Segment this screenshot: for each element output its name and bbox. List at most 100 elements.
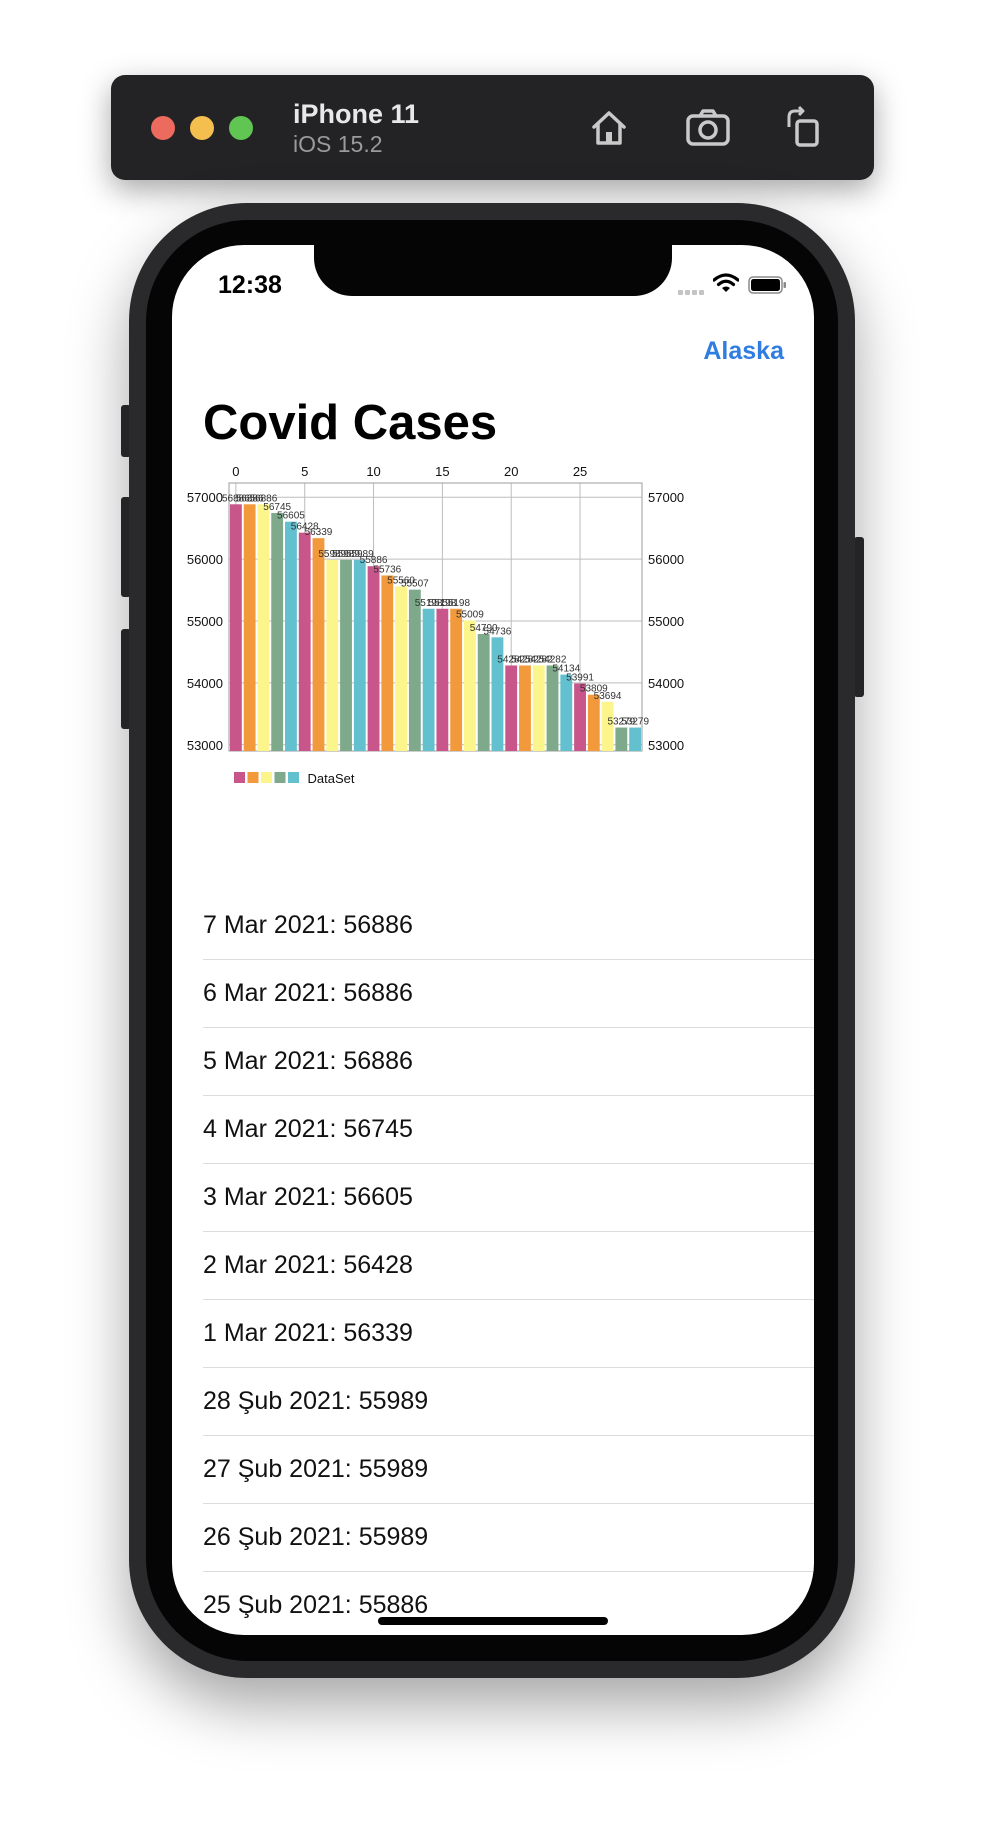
bar [408, 589, 421, 751]
bar [422, 608, 435, 751]
legend-swatch [234, 772, 245, 783]
state-selector-button[interactable]: Alaska [703, 337, 784, 366]
y-tick-label-right: 53000 [648, 738, 684, 753]
x-tick-label: 5 [301, 465, 308, 479]
wifi-icon [713, 273, 739, 292]
data-label: 53694 [594, 691, 622, 702]
list-item[interactable]: 1 Mar 2021: 56339 [203, 1300, 814, 1368]
data-label: 55009 [456, 609, 484, 620]
screenshot-icon[interactable] [683, 103, 733, 153]
legend-swatch [261, 772, 272, 783]
list-item-label: 25 Şub 2021: 55886 [203, 1591, 429, 1619]
bar [629, 727, 642, 751]
page-title: Covid Cases [203, 396, 498, 450]
bar [381, 575, 394, 751]
list-item[interactable]: 26 Şub 2021: 55989 [203, 1504, 814, 1572]
list-item-label: 27 Şub 2021: 55989 [203, 1455, 429, 1483]
bar [532, 665, 545, 751]
home-indicator[interactable] [378, 1617, 608, 1625]
x-tick-label: 25 [573, 465, 587, 479]
list-item[interactable]: 5 Mar 2021: 56886 [203, 1028, 814, 1096]
bar [340, 559, 352, 751]
cases-bar-chart[interactable]: 5688656886568865674556605564285633955989… [172, 465, 814, 895]
y-tick-label-right: 57000 [648, 490, 684, 505]
bar [298, 532, 311, 751]
bar [326, 559, 339, 751]
list-item[interactable]: 4 Mar 2021: 56745 [203, 1096, 814, 1164]
y-tick-label-left: 53000 [187, 738, 223, 753]
bar [395, 586, 408, 751]
x-tick-label: 20 [504, 465, 518, 479]
data-label: 55736 [373, 564, 401, 575]
list-item[interactable]: 7 Mar 2021: 56886 [203, 892, 814, 960]
list-item-label: 3 Mar 2021: 56605 [203, 1183, 413, 1211]
status-time: 12:38 [218, 271, 282, 299]
y-tick-label-right: 54000 [648, 676, 684, 691]
y-tick-label-left: 56000 [187, 552, 223, 567]
bar [587, 694, 600, 751]
home-icon[interactable] [584, 103, 634, 153]
legend-swatch [288, 772, 299, 783]
data-label: 56605 [277, 511, 305, 522]
bar [477, 634, 490, 751]
x-tick-label: 10 [366, 465, 380, 479]
data-label: 53991 [566, 672, 594, 683]
power-button [854, 537, 864, 697]
legend-swatch [247, 772, 259, 783]
list-item[interactable]: 3 Mar 2021: 56605 [203, 1164, 814, 1232]
bar [505, 665, 518, 751]
list-item-label: 26 Şub 2021: 55989 [203, 1523, 429, 1551]
legend-swatch [274, 772, 286, 783]
x-tick-label: 15 [435, 465, 449, 479]
bar [519, 665, 531, 751]
data-label: 55198 [442, 598, 470, 609]
bar [463, 620, 476, 751]
y-tick-label-right: 55000 [648, 614, 684, 629]
bar [450, 608, 463, 751]
y-tick-label-left: 57000 [187, 490, 223, 505]
notch [314, 245, 672, 296]
bar [546, 665, 559, 751]
list-item-label: 5 Mar 2021: 56886 [203, 1047, 413, 1075]
legend-label: DataSet [308, 771, 355, 786]
zoom-window-button[interactable] [229, 116, 253, 140]
data-label: 54736 [484, 626, 512, 637]
bar [615, 727, 628, 751]
bar [257, 504, 270, 751]
list-item-label: 28 Şub 2021: 55989 [203, 1387, 429, 1415]
bar [243, 504, 256, 751]
bar [560, 674, 573, 751]
list-item[interactable]: 25 Şub 2021: 55886 [203, 1572, 814, 1635]
rotate-icon[interactable] [780, 103, 830, 153]
list-item-label: 4 Mar 2021: 56745 [203, 1115, 413, 1143]
y-tick-label-right: 56000 [648, 552, 684, 567]
device-name: iPhone 11 [293, 99, 420, 129]
bar [436, 608, 449, 751]
bar [367, 566, 380, 751]
bar [312, 538, 325, 751]
list-item-label: 6 Mar 2021: 56886 [203, 979, 413, 1007]
y-tick-label-left: 54000 [187, 676, 223, 691]
device-screen: 12:38 Alaska Covid Cases 56886 56886 56886… [172, 245, 814, 1635]
device-os-version: iOS 15.2 [293, 131, 383, 157]
close-window-button[interactable] [151, 116, 175, 140]
signal-icon [678, 290, 704, 295]
list-item[interactable]: 28 Şub 2021: 55989 [203, 1368, 814, 1436]
case-list[interactable]: 7 Mar 2021: 56886 6 Mar 2021: 56886 5 Mar … [203, 892, 814, 1635]
bar [285, 521, 297, 751]
y-tick-label-left: 55000 [187, 614, 223, 629]
simulator-toolbar: iPhone 11 iOS 15.2 [111, 75, 874, 180]
list-item-label: 2 Mar 2021: 56428 [203, 1251, 413, 1279]
list-item[interactable]: 6 Mar 2021: 56886 [203, 960, 814, 1028]
list-item-label: 1 Mar 2021: 56339 [203, 1319, 413, 1347]
bar [229, 504, 242, 751]
battery-icon [748, 276, 786, 294]
list-item[interactable]: 27 Şub 2021: 55989 [203, 1436, 814, 1504]
list-item[interactable]: 2 Mar 2021: 56428 [203, 1232, 814, 1300]
x-tick-label: 0 [232, 465, 239, 479]
data-label: 55507 [401, 579, 429, 590]
bar [271, 513, 284, 751]
data-label: 53279 [621, 717, 649, 728]
minimize-window-button[interactable] [190, 116, 214, 140]
list-item-label: 7 Mar 2021: 56886 [203, 911, 413, 939]
